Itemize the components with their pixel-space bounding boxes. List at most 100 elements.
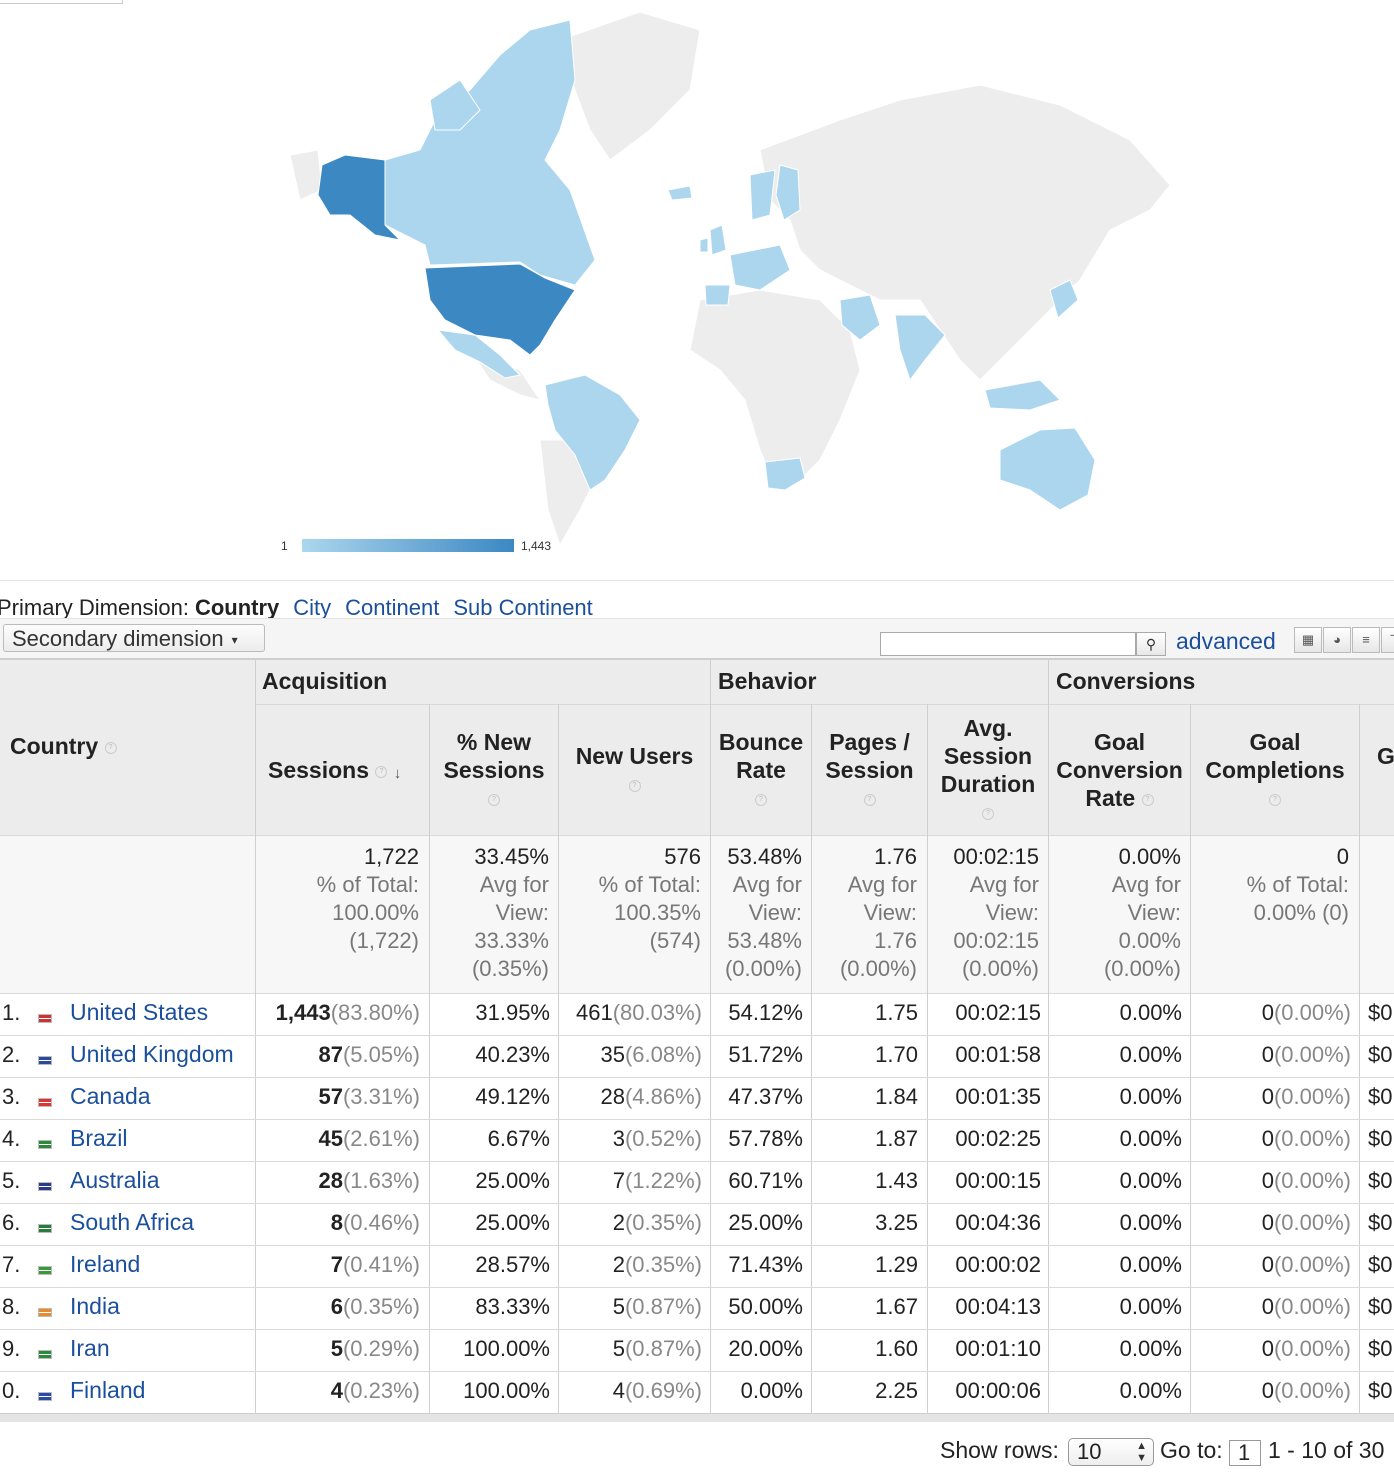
performance-view-icon[interactable]: ≡ — [1352, 627, 1380, 653]
goal-completions-pct: (0.00%) — [1273, 1168, 1351, 1193]
help-icon[interactable]: ? — [982, 807, 994, 820]
help-icon[interactable]: ? — [628, 779, 641, 792]
help-icon[interactable]: ? — [375, 765, 388, 778]
col-header-bounce-rate[interactable]: Bounce Rate? — [711, 728, 811, 812]
search-icon[interactable]: ⚲ — [1136, 632, 1166, 656]
finland-shape — [775, 164, 801, 221]
country-link[interactable]: United Kingdom — [70, 1041, 234, 1068]
row-number: 1. — [2, 1000, 21, 1025]
pie-view-icon[interactable]: ◕ — [1323, 627, 1351, 653]
cell-new-users: 461(80.03%) — [559, 1000, 702, 1026]
totals-duration-line: 00:02:15 — [953, 928, 1039, 953]
sessions-pct: (1.63%) — [342, 1168, 420, 1193]
col-header-gcr-line2: Conversion — [1056, 757, 1183, 783]
col-header-goal-conversion-rate[interactable]: Goal Conversion Rate ? — [1049, 728, 1190, 812]
new-users-pct: (0.87%) — [624, 1294, 702, 1319]
cell-goal-value: $0 — [1368, 1000, 1393, 1025]
cell-new-users: 5(0.87%) — [559, 1294, 702, 1320]
help-icon[interactable]: ? — [488, 793, 500, 806]
totals-sessions: 1,722 % of Total: 100.00% (1,722) — [256, 843, 419, 955]
help-icon[interactable]: ? — [755, 793, 767, 806]
col-header-country[interactable]: Country ? — [10, 732, 117, 760]
sessions-pct: (0.29%) — [342, 1336, 420, 1361]
totals-pages: 1.76 Avg for View: 1.76 (0.00%) — [812, 843, 917, 983]
spinner-arrows-icon: ▲ ▼ — [1136, 1440, 1147, 1464]
totals-gcr-value: 0.00% — [1118, 844, 1181, 869]
col-header-goal-value[interactable]: G — [1377, 742, 1394, 770]
show-rows-label: Show rows: — [940, 1437, 1059, 1463]
cell-pages-session: 1.84 — [875, 1084, 918, 1109]
show-rows-select[interactable]: 10 ▲ ▼ — [1068, 1438, 1154, 1466]
country-link[interactable]: Iran — [70, 1335, 110, 1362]
cell-avg-duration: 00:02:25 — [955, 1126, 1041, 1151]
col-header-goal-completions[interactable]: Goal Completions? — [1191, 728, 1359, 812]
cell-avg-duration: 00:04:36 — [955, 1210, 1041, 1235]
country-link[interactable]: South Africa — [70, 1209, 194, 1236]
country-link[interactable]: Brazil — [70, 1125, 128, 1152]
help-icon[interactable]: ? — [863, 793, 876, 806]
dimension-link-city[interactable]: City — [293, 595, 331, 620]
totals-pct-new-line: 33.33% — [474, 928, 549, 953]
cell-bounce-rate: 20.00% — [728, 1336, 803, 1361]
sessions-value: 1,443 — [275, 1000, 331, 1025]
cell-new-users: 2(0.35%) — [559, 1210, 702, 1236]
col-header-pct-new-sessions[interactable]: % New Sessions? — [430, 728, 558, 812]
country-link[interactable]: United States — [70, 999, 208, 1026]
col-header-avg-session-duration[interactable]: Avg. Session Duration? — [928, 714, 1048, 826]
table-view-icon[interactable]: ▦ — [1294, 627, 1322, 653]
row-number: 5. — [2, 1168, 21, 1193]
country-link[interactable]: Ireland — [70, 1251, 140, 1278]
country-link[interactable]: Canada — [70, 1083, 151, 1110]
flag-icon — [38, 1224, 52, 1233]
new-users-pct: (0.35%) — [624, 1210, 702, 1235]
col-header-bounce-line1: Bounce — [718, 729, 804, 755]
dimension-link-continent[interactable]: Continent — [345, 595, 439, 620]
help-icon[interactable]: ? — [1141, 793, 1154, 806]
new-users-pct: (0.52%) — [624, 1126, 702, 1151]
totals-new-users-value: 576 — [664, 844, 701, 869]
new-users-value: 28 — [600, 1084, 625, 1109]
comparison-view-icon[interactable]: ⊤ — [1381, 627, 1394, 653]
country-link[interactable]: Finland — [70, 1377, 145, 1404]
country-link[interactable]: India — [70, 1293, 120, 1320]
secondary-dimension-dropdown[interactable]: Secondary dimension ▾ — [3, 624, 265, 652]
totals-duration-line: (0.00%) — [961, 956, 1039, 981]
new-users-value: 5 — [612, 1336, 625, 1361]
cell-goal-value: $0 — [1368, 1294, 1393, 1319]
col-header-new-users[interactable]: New Users? — [559, 742, 710, 798]
world-map: 1 1,443 — [281, 11, 1171, 553]
cell-sessions: 45(2.61%) — [256, 1126, 420, 1152]
help-icon[interactable]: ? — [1269, 793, 1281, 806]
goal-completions-pct: (0.00%) — [1273, 1126, 1351, 1151]
sessions-value: 28 — [318, 1168, 343, 1193]
advanced-filter-link[interactable]: advanced — [1176, 628, 1276, 655]
goal-completions-pct: (0.00%) — [1273, 1042, 1351, 1067]
col-header-sessions[interactable]: Sessions ? ↓ — [268, 756, 428, 788]
dimension-link-sub-continent[interactable]: Sub Continent — [453, 595, 592, 620]
col-header-pages-session[interactable]: Pages / Session? — [812, 728, 927, 812]
goal-completions-value: 0 — [1261, 1294, 1274, 1319]
table-search-input[interactable] — [880, 632, 1136, 656]
totals-sessions-line: 100.00% — [332, 900, 419, 925]
cell-goal-value: $0 — [1368, 1126, 1393, 1151]
row-number: 3. — [2, 1084, 21, 1109]
col-header-country-label: Country — [10, 733, 99, 759]
goal-completions-pct: (0.00%) — [1273, 1378, 1351, 1403]
iberia-shape — [704, 284, 731, 306]
country-link[interactable]: Australia — [70, 1167, 159, 1194]
cell-pages-session: 2.25 — [875, 1378, 918, 1403]
goal-completions-value: 0 — [1261, 1084, 1274, 1109]
cell-bounce-rate: 0.00% — [740, 1378, 803, 1403]
cell-pct-new-sessions: 100.00% — [463, 1336, 550, 1361]
help-icon[interactable]: ? — [104, 741, 117, 754]
sort-descending-icon[interactable]: ↓ — [394, 765, 402, 782]
cell-goal-value: $0 — [1368, 1252, 1393, 1277]
goto-page-input[interactable]: 1 — [1229, 1440, 1261, 1466]
goal-completions-value: 0 — [1261, 1378, 1274, 1403]
totals-bounce-line: Avg for — [732, 872, 802, 897]
totals-gc: 0 % of Total: 0.00% (0) — [1191, 843, 1349, 927]
new-users-value: 7 — [612, 1168, 625, 1193]
cell-new-users: 3(0.52%) — [559, 1126, 702, 1152]
totals-pages-line: 1.76 — [874, 928, 917, 953]
cell-pct-new-sessions: 6.67% — [487, 1126, 550, 1151]
